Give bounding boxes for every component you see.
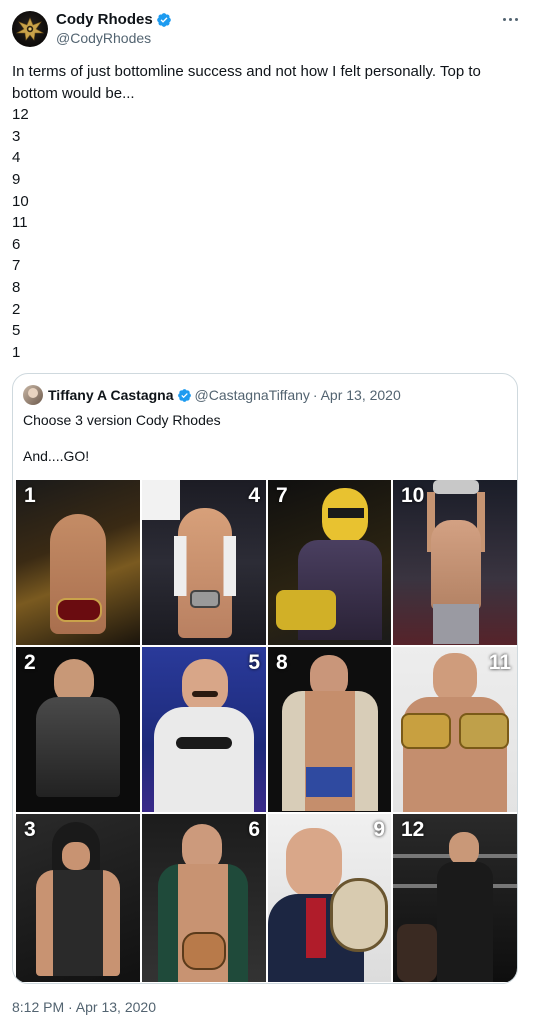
- photo-tile-5[interactable]: 5: [142, 647, 266, 812]
- tweet-line: 3: [12, 127, 21, 145]
- quoted-display-name[interactable]: Tiffany A Castagna: [48, 387, 174, 403]
- quoted-tweet-header: Tiffany A Castagna @CastagnaTiffany · Ap…: [23, 385, 401, 405]
- photo-tile-8[interactable]: 8: [268, 647, 391, 812]
- tweet-timestamp[interactable]: 8:12 PM · Apr 13, 2020: [12, 998, 156, 1016]
- photo-number: 7: [276, 484, 288, 507]
- tweet-line: In terms of just bottomline success and …: [12, 63, 481, 80]
- photo-number: 3: [24, 818, 36, 841]
- verified-badge-icon: [177, 388, 191, 402]
- author-display-name[interactable]: Cody Rhodes: [56, 11, 153, 29]
- photo-grid[interactable]: 1 4 7 10 2 5 8 11 3 6 9 12: [16, 480, 517, 982]
- tweet-line: 10: [12, 192, 29, 210]
- quoted-date[interactable]: Apr 13, 2020: [321, 387, 401, 403]
- photo-number: 8: [276, 651, 288, 674]
- separator-dot: ·: [312, 387, 318, 403]
- nightmare-logo-icon: [15, 17, 45, 41]
- photo-tile-12[interactable]: 12: [393, 814, 517, 982]
- more-options-icon[interactable]: [501, 13, 521, 27]
- photo-tile-10[interactable]: 10: [393, 480, 517, 645]
- quoted-text-line: Choose 3 version Cody Rhodes: [23, 412, 221, 428]
- photo-number: 12: [401, 818, 425, 841]
- photo-tile-7[interactable]: 7: [268, 480, 391, 645]
- quoted-avatar[interactable]: [23, 385, 43, 405]
- photo-number: 2: [24, 651, 36, 674]
- tweet-header: Cody Rhodes @CodyRhodes: [12, 10, 521, 50]
- tweet-line: 7: [12, 257, 21, 275]
- photo-tile-3[interactable]: 3: [16, 814, 140, 982]
- photo-tile-6[interactable]: 6: [142, 814, 266, 982]
- tweet-line: 4: [12, 149, 21, 167]
- tweet-line: 5: [12, 322, 21, 340]
- photo-number: 9: [373, 818, 385, 841]
- photo-tile-4[interactable]: 4: [142, 480, 266, 645]
- photo-number: 1: [24, 484, 36, 507]
- tweet-line: 2: [12, 300, 21, 318]
- photo-number: 5: [248, 651, 260, 674]
- photo-number: 10: [401, 484, 425, 507]
- photo-tile-9[interactable]: 9: [268, 814, 391, 982]
- tweet-line: 9: [12, 170, 21, 188]
- photo-tile-2[interactable]: 2: [16, 647, 140, 812]
- verified-badge-icon: [156, 13, 171, 27]
- quoted-tweet[interactable]: Tiffany A Castagna @CastagnaTiffany · Ap…: [12, 373, 518, 984]
- tweet-line: 12: [12, 106, 29, 124]
- tweet-line: 1: [12, 343, 21, 361]
- author-handle[interactable]: @CodyRhodes: [56, 30, 151, 47]
- tweet-line: bottom would be...: [12, 84, 135, 102]
- avatar[interactable]: [12, 11, 48, 47]
- photo-number: 6: [248, 818, 260, 841]
- photo-tile-11[interactable]: 11: [393, 647, 517, 812]
- quoted-text-line: And....GO!: [23, 448, 90, 464]
- tweet-text: In terms of just bottomline success and …: [12, 61, 517, 363]
- quoted-handle[interactable]: @CastagnaTiffany: [195, 387, 310, 403]
- tweet-line: 6: [12, 235, 21, 253]
- photo-number: 4: [248, 484, 260, 507]
- photo-number: 11: [488, 651, 511, 674]
- tweet-line: 8: [12, 278, 21, 296]
- photo-tile-1[interactable]: 1: [16, 480, 140, 645]
- tweet-line: 11: [12, 214, 28, 232]
